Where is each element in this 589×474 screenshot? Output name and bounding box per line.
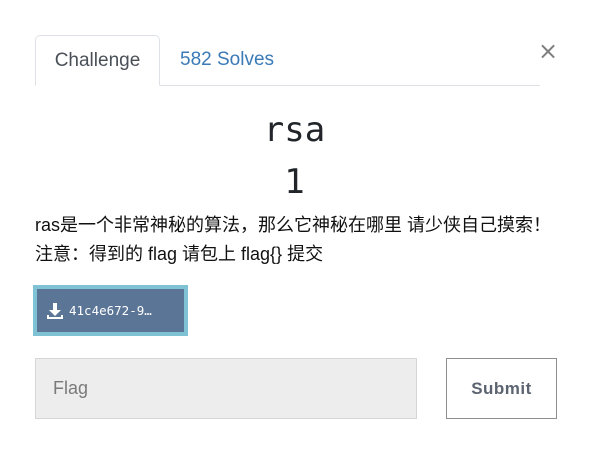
file-download-label: 41c4e672-9… xyxy=(69,303,152,318)
download-icon xyxy=(46,302,64,320)
file-download-button[interactable]: 41c4e672-9… xyxy=(33,285,188,336)
challenge-value: 1 xyxy=(284,162,305,202)
tab-solves[interactable]: 582 Solves xyxy=(180,35,274,85)
tab-challenge[interactable]: Challenge xyxy=(35,35,160,86)
challenge-modal: × Challenge 582 Solves rsa 1 ras是一个非常神秘的… xyxy=(0,0,589,474)
challenge-tabs: Challenge 582 Solves xyxy=(35,35,540,86)
flag-input[interactable] xyxy=(35,358,417,419)
challenge-name: rsa xyxy=(263,110,326,150)
submit-button[interactable]: Submit xyxy=(446,358,557,419)
challenge-description: ras是一个非常神秘的算法，那么它神秘在哪里 请少侠自己摸索！注意：得到的 fl… xyxy=(35,215,552,264)
close-icon[interactable]: × xyxy=(537,38,559,64)
